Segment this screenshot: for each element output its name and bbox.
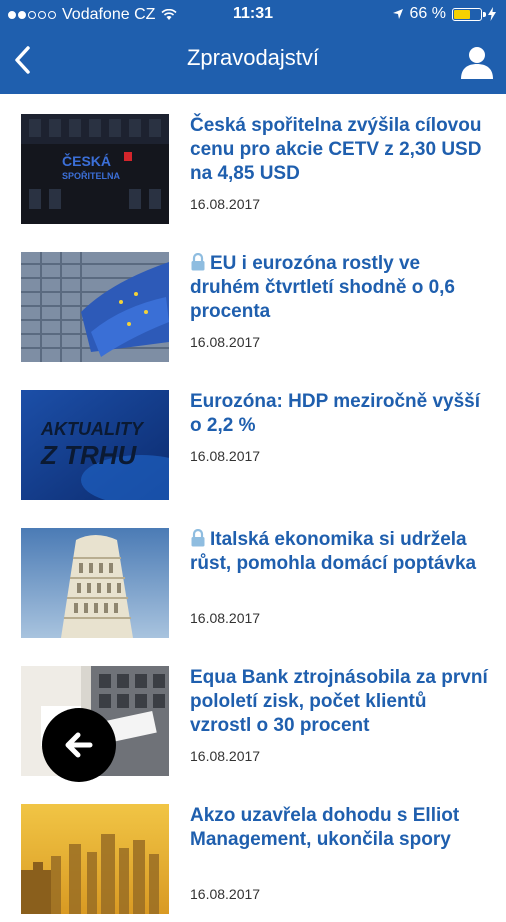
- article-thumbnail: [21, 528, 169, 638]
- article-title[interactable]: Equa Bank ztrojnásobila za první pololet…: [190, 666, 490, 738]
- status-bar: Vodafone CZ 11:31 66 %: [0, 0, 506, 30]
- article-title[interactable]: EU i eurozóna rostly ve druhém čtvrtletí…: [190, 252, 490, 324]
- arrow-left-icon: [65, 732, 93, 758]
- battery-fill: [454, 9, 471, 19]
- floating-back-button[interactable]: [42, 708, 116, 782]
- article-thumbnail: ČESKÁ SPOŘITELNA: [21, 114, 169, 224]
- article-thumbnail: [21, 252, 169, 362]
- news-item[interactable]: EU i eurozóna rostly ve druhém čtvrtletí…: [0, 232, 506, 370]
- lock-icon: [191, 253, 205, 271]
- page-title: Zpravodajství: [186, 45, 320, 70]
- article-title[interactable]: Akzo uzavřela dohodu s Elliot Management…: [190, 804, 490, 852]
- article-title[interactable]: Italská ekonomika si udržela růst, pomoh…: [190, 528, 490, 576]
- news-item[interactable]: ČESKÁ SPOŘITELNA Česká spořitelna zvýšil…: [0, 94, 506, 232]
- thumb-text-2: SPOŘITELNA: [62, 170, 121, 181]
- article-thumbnail: AKTUALITY Z TRHU: [21, 390, 169, 500]
- article-thumbnail: [21, 804, 169, 914]
- article-date: 16.08.2017: [190, 196, 261, 212]
- article-title-text: EU i eurozóna rostly ve druhém čtvrtletí…: [190, 253, 455, 322]
- article-date: 16.08.2017: [190, 448, 261, 464]
- battery-icon: [452, 7, 486, 21]
- charging-bolt-icon: [488, 7, 496, 21]
- user-icon[interactable]: [460, 44, 494, 80]
- lock-icon: [191, 529, 205, 547]
- article-date: 16.08.2017: [190, 334, 261, 350]
- article-title[interactable]: Eurozóna: HDP meziročně vyšší o 2,2 %: [190, 390, 490, 438]
- location-arrow-icon: [392, 9, 403, 19]
- nav-bar: Zpravodajství: [0, 30, 506, 94]
- thumb-text-1: AKTUALITY: [40, 419, 145, 439]
- news-item[interactable]: Italská ekonomika si udržela růst, pomoh…: [0, 508, 506, 646]
- thumb-text-1: ČESKÁ: [62, 152, 111, 169]
- article-date: 16.08.2017: [190, 610, 261, 626]
- article-title-text: Italská ekonomika si udržela růst, pomoh…: [190, 529, 477, 574]
- news-item[interactable]: AKTUALITY Z TRHU Eurozóna: HDP meziročně…: [0, 370, 506, 508]
- news-item[interactable]: Akzo uzavřela dohodu s Elliot Management…: [0, 784, 506, 922]
- thumb-text-2: Z TRHU: [40, 440, 138, 470]
- article-date: 16.08.2017: [190, 748, 261, 764]
- status-right: 66 %: [392, 5, 496, 23]
- article-title[interactable]: Česká spořitelna zvýšila cílovou cenu pr…: [190, 114, 490, 186]
- battery-percent: 66 %: [409, 5, 446, 22]
